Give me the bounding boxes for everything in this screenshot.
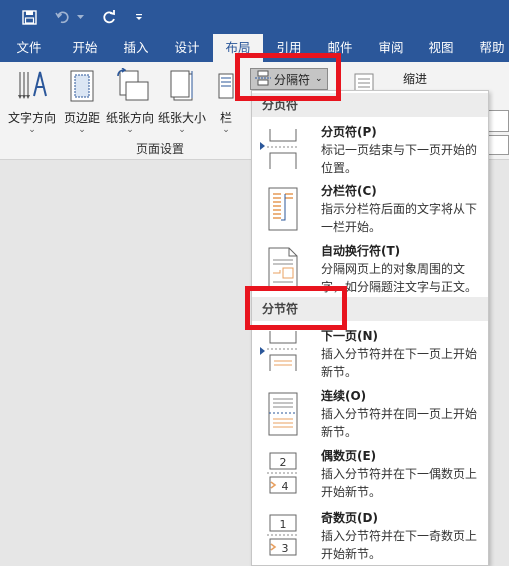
orientation-button[interactable]: 纸张方向 ⌄	[106, 67, 155, 135]
menu-item-continuous[interactable]: 连续(O) 插入分节符并在同一页上开始 新节。	[252, 387, 488, 439]
tab-insert[interactable]: 插入	[111, 34, 161, 62]
menu-item-title: 自动换行符(T)	[321, 244, 401, 258]
margins-button[interactable]: 页边距 ⌄	[64, 68, 101, 135]
tab-design[interactable]: 设计	[162, 34, 212, 62]
text-direction-button[interactable]: 文字方向 ⌄	[8, 68, 57, 135]
columns-button[interactable]: 栏 ⌄	[218, 68, 234, 135]
tab-home[interactable]: 开始	[60, 34, 110, 62]
orientation-label: 纸张方向	[106, 111, 155, 125]
menu-item-desc: 指示分栏符后面的文字将从下	[321, 202, 478, 216]
indent-right-input[interactable]	[487, 135, 509, 155]
menu-item-desc: 新节。	[321, 425, 358, 439]
menu-item-desc: 分隔网页上的对象周围的文	[321, 262, 466, 276]
chevron-down-icon: ⌄	[178, 125, 186, 135]
menu-item-title: 偶数页(E)	[321, 449, 377, 463]
menu-item-page-break[interactable]: 分页符(P) 标记一页结束与下一页开始的 位置。	[252, 123, 488, 175]
svg-text:3: 3	[282, 542, 289, 555]
tab-review[interactable]: 审阅	[366, 34, 416, 62]
menu-item-title: 分栏符(C)	[321, 184, 377, 198]
menu-item-desc: 插入分节符并在下一偶数页上	[321, 467, 478, 481]
column-break-icon	[265, 186, 301, 235]
size-label: 纸张大小	[158, 111, 207, 125]
highlight-box	[245, 286, 347, 330]
odd-page-icon: 13	[265, 513, 301, 562]
even-page-icon: 24	[265, 451, 301, 500]
tab-file[interactable]: 文件	[6, 34, 52, 62]
text-direction-icon	[12, 68, 52, 107]
text-direction-label: 文字方向	[8, 111, 57, 125]
chevron-down-icon: ⌄	[78, 125, 86, 135]
orientation-icon	[110, 67, 150, 107]
size-button[interactable]: 纸张大小 ⌄	[158, 68, 207, 135]
continuous-icon	[265, 391, 301, 440]
menu-item-title: 奇数页(D)	[321, 511, 378, 525]
menu-item-desc: 一栏开始。	[321, 220, 382, 234]
menu-item-next-page[interactable]: 下一页(N) 插入分节符并在下一页上开始 新节。	[252, 327, 488, 379]
menu-item-even-page[interactable]: 24 偶数页(E) 插入分节符并在下一偶数页上 开始新节。	[252, 447, 488, 503]
columns-label: 栏	[219, 111, 232, 125]
page-break-icon	[265, 127, 301, 174]
size-icon	[162, 68, 202, 107]
menu-item-title: 分页符(P)	[321, 125, 377, 139]
menu-item-desc: 插入分节符并在下一页上开始	[321, 347, 478, 361]
indent-left-input[interactable]	[487, 110, 509, 132]
chevron-down-icon: ⌄	[28, 125, 36, 135]
quick-access-toolbar	[0, 0, 509, 34]
tab-view[interactable]: 视图	[416, 34, 466, 62]
save-icon[interactable]	[20, 8, 38, 26]
undo-dropdown-icon[interactable]	[76, 8, 84, 26]
margins-icon	[65, 68, 99, 107]
menu-item-desc: 开始新节。	[321, 547, 382, 561]
redo-icon[interactable]	[100, 8, 118, 26]
page-setup-group-label: 页面设置	[136, 142, 185, 156]
chevron-down-icon: ⌄	[222, 125, 230, 135]
columns-icon	[218, 68, 234, 107]
menu-item-desc: 开始新节。	[321, 485, 382, 499]
menu-item-desc: 标记一页结束与下一页开始的	[321, 143, 478, 157]
margins-label: 页边距	[64, 111, 101, 125]
next-page-icon	[265, 331, 301, 376]
customize-qat-icon[interactable]	[134, 8, 144, 26]
undo-icon[interactable]	[54, 8, 72, 26]
menu-item-desc: 位置。	[321, 161, 358, 175]
menu-item-desc: 新节。	[321, 365, 358, 379]
menu-item-column-break[interactable]: 分栏符(C) 指示分栏符后面的文字将从下 一栏开始。	[252, 182, 488, 238]
menu-item-desc: 插入分节符并在下一奇数页上	[321, 529, 478, 543]
menu-item-odd-page[interactable]: 13 奇数页(D) 插入分节符并在下一奇数页上 开始新节。	[252, 509, 488, 565]
menu-item-desc: 插入分节符并在同一页上开始	[321, 407, 478, 421]
svg-text:2: 2	[280, 456, 287, 469]
chevron-down-icon: ⌄	[126, 125, 134, 135]
svg-text:1: 1	[280, 518, 287, 531]
tab-help[interactable]: 帮助	[470, 34, 509, 62]
highlight-box	[235, 53, 341, 101]
svg-text:4: 4	[282, 480, 289, 493]
menu-item-title: 连续(O)	[321, 389, 367, 403]
indent-label: 缩进	[403, 72, 428, 86]
